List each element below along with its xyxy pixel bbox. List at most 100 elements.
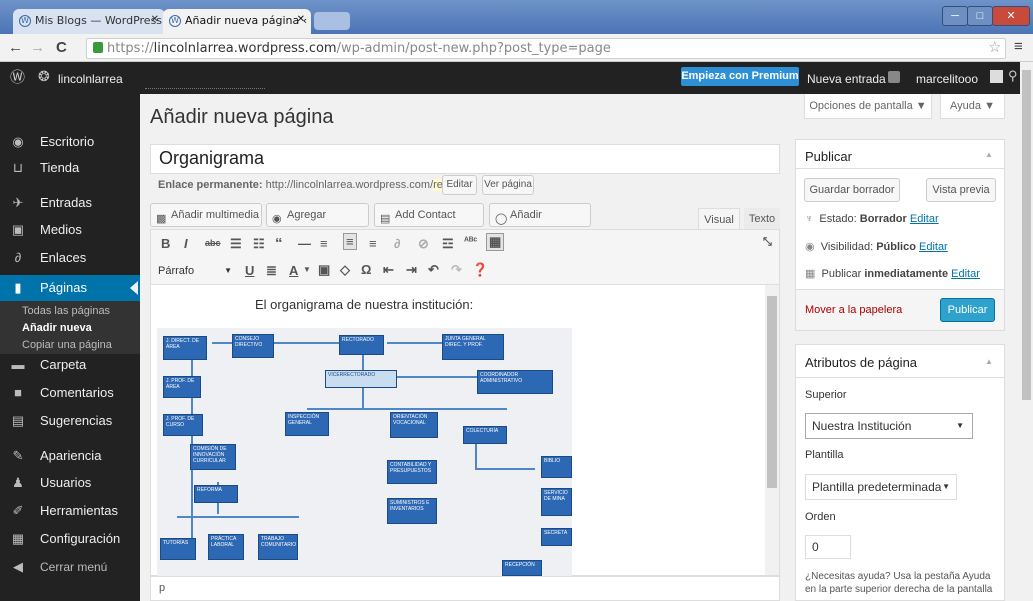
visibility-label: Visibilidad: xyxy=(820,241,874,253)
wordpress-logo-icon[interactable]: Ⓦ xyxy=(10,66,25,87)
title-input[interactable]: Organigrama xyxy=(150,144,780,174)
chevron-up-icon[interactable]: ▲ xyxy=(985,357,993,366)
toolbar-toggle-icon[interactable]: ▦ xyxy=(486,233,505,251)
justify-icon[interactable]: ≣ xyxy=(266,263,277,279)
close-icon[interactable]: ✕ xyxy=(151,14,159,25)
sidebar-item-escritorio[interactable]: ◉ Escritorio xyxy=(0,129,140,155)
align-center-icon[interactable]: ≡ xyxy=(343,233,357,250)
sidebar-item-comentarios[interactable]: ■ Comentarios xyxy=(0,380,140,406)
premium-button[interactable]: Empieza con Premium xyxy=(681,67,799,86)
sidebar-item-enlaces[interactable]: ∂ Enlaces xyxy=(0,245,140,271)
window-close-button[interactable]: ✕ xyxy=(992,6,1030,26)
close-icon[interactable]: ✕ xyxy=(297,14,305,25)
maximize-button[interactable]: □ xyxy=(967,6,993,26)
outdent-icon[interactable]: ⇤ xyxy=(383,262,394,278)
connector xyxy=(475,468,535,470)
submenu-add-new[interactable]: Añadir nueva xyxy=(22,322,92,334)
forward-icon[interactable]: → xyxy=(30,39,45,56)
help-icon[interactable]: ❓ xyxy=(472,262,488,278)
search-icon[interactable]: ⚲ xyxy=(1008,68,1018,84)
sidebar-item-herramientas[interactable]: ✐ Herramientas xyxy=(0,498,140,524)
unlink-icon[interactable]: ⊘ xyxy=(418,236,429,252)
strikethrough-icon[interactable]: abc xyxy=(205,238,221,248)
edit-schedule-link[interactable]: Editar xyxy=(951,268,980,280)
underline-icon[interactable]: U xyxy=(245,263,254,278)
wrench-icon: ✐ xyxy=(12,503,24,518)
italic-icon[interactable]: I xyxy=(184,236,188,251)
special-char-icon[interactable]: Ω xyxy=(361,262,371,277)
paste-text-icon[interactable]: ▣ xyxy=(318,262,330,278)
sidebar-item-carpeta[interactable]: ▬ Carpeta xyxy=(0,352,140,378)
trash-link[interactable]: Mover a la papelera xyxy=(805,304,902,316)
indent-icon[interactable]: ⇥ xyxy=(406,262,417,278)
tab-visual[interactable]: Visual xyxy=(698,208,740,230)
menu-icon[interactable]: ≡ xyxy=(1014,38,1023,55)
submenu-all-pages[interactable]: Todas las páginas xyxy=(22,305,110,317)
avatar[interactable] xyxy=(990,70,1003,83)
sidebar-item-label: Entradas xyxy=(40,195,93,210)
org-chart-image[interactable]: J. DIRECT. DE ÁREA CONSEJO DIRECTIVO REC… xyxy=(157,328,572,576)
reload-icon[interactable]: C xyxy=(56,39,67,56)
sidebar-item-sugerencias[interactable]: ▤ Sugerencias xyxy=(0,408,140,434)
permalink-row: Enlace permanente: http://lincolnlarrea.… xyxy=(158,179,464,191)
fullscreen-icon[interactable]: ⤡ xyxy=(763,236,772,249)
sidebar-item-tienda[interactable]: ⊔ Tienda xyxy=(0,155,140,181)
notifications-icon[interactable] xyxy=(888,71,900,83)
sidebar-item-entradas[interactable]: ✈ Entradas xyxy=(0,190,140,216)
blockquote-icon[interactable]: “ xyxy=(275,235,283,252)
chevron-up-icon[interactable]: ▲ xyxy=(985,150,993,159)
submenu-copy-page[interactable]: Copiar una página xyxy=(22,339,112,351)
add-contact-form-button[interactable]: ▤Add Contact Form xyxy=(374,203,484,243)
bold-icon[interactable]: B xyxy=(161,236,170,251)
publish-button[interactable]: Publicar xyxy=(940,298,995,322)
align-left-icon[interactable]: ≡ xyxy=(320,236,328,251)
spellcheck-icon[interactable]: ᴬᴮᶜ xyxy=(464,236,477,247)
parent-select[interactable]: Nuestra Institución ▼ xyxy=(805,413,973,439)
page-scroll-thumb[interactable] xyxy=(1022,70,1031,400)
sidebar-item-medios[interactable]: ▣ Medios xyxy=(0,217,140,243)
redo-icon[interactable]: ↷ xyxy=(451,262,462,278)
url-input[interactable]: https://lincolnlarrea.wordpress.com/wp-a… xyxy=(86,38,1006,59)
new-post-link[interactable]: Nueva entrada xyxy=(807,72,886,86)
key-icon: ♆ xyxy=(805,213,814,225)
star-icon[interactable]: ☆ xyxy=(988,38,1001,56)
new-tab-button[interactable] xyxy=(314,12,350,30)
site-name[interactable]: lincolnlarrea xyxy=(58,72,123,86)
save-draft-button[interactable]: Guardar borrador xyxy=(804,178,900,202)
align-right-icon[interactable]: ≡ xyxy=(369,236,377,251)
user-name[interactable]: marcelitooo xyxy=(916,72,978,86)
sidebar-item-configuracion[interactable]: ▦ Configuración xyxy=(0,526,140,552)
browser-tab-mis-blogs[interactable]: W Mis Blogs — WordPress.c ✕ xyxy=(13,9,165,34)
edit-status-link[interactable]: Editar xyxy=(910,213,939,225)
text-color-icon[interactable]: A xyxy=(289,263,298,278)
edit-permalink-button[interactable]: Editar xyxy=(442,175,477,195)
sidebar-item-apariencia[interactable]: ✎ Apariencia xyxy=(0,443,140,469)
edit-visibility-link[interactable]: Editar xyxy=(919,241,948,253)
screen-options-button[interactable]: Opciones de pantalla ▼ xyxy=(804,94,932,119)
template-select[interactable]: Plantilla predeterminada ▼ xyxy=(805,474,957,500)
order-input[interactable]: 0 xyxy=(805,535,851,559)
tab-text[interactable]: Texto xyxy=(744,208,780,230)
undo-icon[interactable]: ↶ xyxy=(428,262,439,278)
browser-tab-add-page[interactable]: W Añadir nueva página ‹ linc ✕ xyxy=(163,9,311,34)
more-icon[interactable]: ☲ xyxy=(442,236,454,252)
add-media-button[interactable]: ▩ Añadir multimedia xyxy=(150,203,262,227)
numbered-list-icon[interactable]: ☷ xyxy=(253,236,265,252)
sidebar-collapse[interactable]: ◀ Cerrar menú xyxy=(0,554,140,580)
clear-format-icon[interactable]: ◇ xyxy=(340,262,350,278)
chevron-down-icon[interactable]: ▼ xyxy=(303,265,311,274)
back-icon[interactable]: ← xyxy=(8,39,23,56)
minimize-button[interactable]: ─ xyxy=(942,6,968,26)
bullet-list-icon[interactable]: ☰ xyxy=(230,236,242,252)
view-page-button[interactable]: Ver página xyxy=(482,175,534,195)
add-location-button[interactable]: ◯Añadir ubicación xyxy=(489,203,591,243)
link-icon[interactable]: ∂ xyxy=(394,236,400,251)
sidebar-item-paginas[interactable]: ▮ Páginas xyxy=(0,275,140,301)
editor-scroll-thumb[interactable] xyxy=(767,296,777,488)
format-select[interactable]: Párrafo ▼ xyxy=(158,262,240,280)
help-button[interactable]: Ayuda ▼ xyxy=(940,94,1005,119)
hr-icon[interactable]: — xyxy=(298,236,311,251)
sidebar-item-usuarios[interactable]: ♟ Usuarios xyxy=(0,470,140,496)
preview-button[interactable]: Vista previa xyxy=(926,178,996,202)
add-poll-button[interactable]: ◉Agregar Encuesta xyxy=(266,203,369,243)
